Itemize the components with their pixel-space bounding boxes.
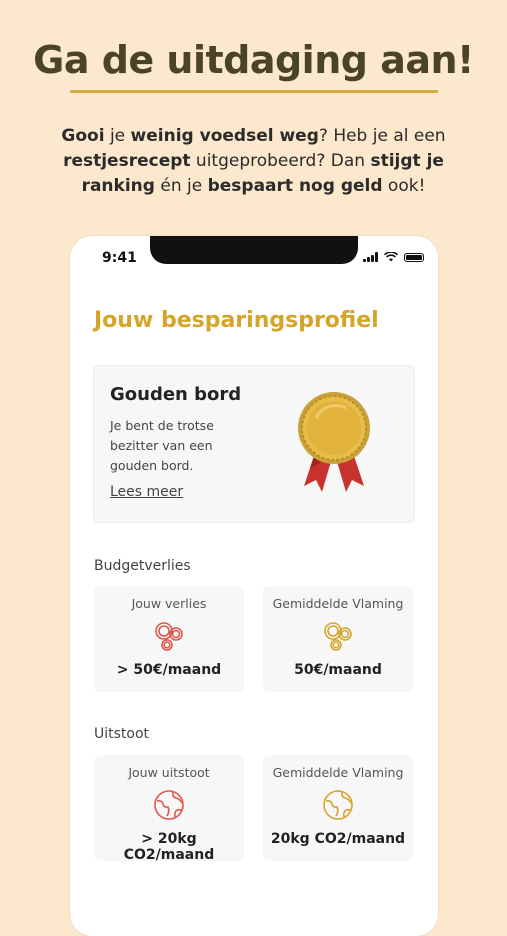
budget-yours-value: > 50€/maand xyxy=(116,662,222,678)
profile-title: Jouw besparingsprofiel xyxy=(94,308,379,333)
read-more-link[interactable]: Lees meer xyxy=(110,484,183,500)
budget-average-card: Gemiddelde Vlaming 50€/maand xyxy=(263,586,413,692)
budget-average-value: 50€/maand xyxy=(294,662,382,678)
globe-icon xyxy=(154,790,184,820)
intro-text-part: weinig voedsel weg xyxy=(130,126,319,146)
emission-yours-card: Jouw uitstoot > 20kg CO2/maand xyxy=(94,755,244,863)
status-time: 9:41 xyxy=(102,250,137,266)
signal-icon xyxy=(363,252,378,262)
intro-text-part: bespaart nog geld xyxy=(207,176,383,196)
phone-notch xyxy=(150,236,358,264)
intro-text-part: ook! xyxy=(382,176,426,196)
coins-icon xyxy=(155,622,183,651)
gold-medal-icon xyxy=(298,392,370,492)
budget-yours-card: Jouw verlies > 50€/maand xyxy=(94,586,244,692)
intro-text-part: uitgeprobeerd? Dan xyxy=(190,151,371,171)
award-description: Je bent de trotse bezitter van een goude… xyxy=(110,418,214,473)
award-title: Gouden bord xyxy=(110,384,242,405)
emission-average-value: 20kg CO2/maand xyxy=(270,831,406,847)
headline: Ga de uitdaging aan! xyxy=(33,38,474,82)
budget-yours-label: Jouw verlies xyxy=(131,596,207,611)
status-icons xyxy=(363,252,424,262)
intro-text-part: restjesrecept xyxy=(63,151,191,171)
headline-underline xyxy=(70,90,438,93)
coins-icon xyxy=(324,622,352,651)
budget-section-label: Budgetverlies xyxy=(94,558,191,574)
intro-text-part: je xyxy=(104,126,131,146)
phone-mockup: 9:41 Jouw besparingsprofiel Gouden bord … xyxy=(70,236,438,936)
globe-icon xyxy=(323,790,353,820)
emission-average-card: Gemiddelde Vlaming 20kg CO2/maand xyxy=(263,755,413,861)
battery-icon xyxy=(404,252,424,262)
emission-average-label: Gemiddelde Vlaming xyxy=(272,765,404,780)
emission-yours-value: > 20kg CO2/maand xyxy=(123,831,215,863)
intro-text-part: Gooi xyxy=(61,126,105,146)
wifi-icon xyxy=(384,252,398,262)
intro-text-part: ? Heb je al een xyxy=(318,126,446,146)
budget-average-label: Gemiddelde Vlaming xyxy=(272,596,404,611)
intro-text-part: én je xyxy=(154,176,208,196)
award-card: Gouden bord Je bent de trotse bezitter v… xyxy=(93,365,415,523)
intro-text: Gooi je weinig voedsel weg? Heb je al ee… xyxy=(40,124,467,199)
emission-yours-label: Jouw uitstoot xyxy=(128,765,210,780)
emission-section-label: Uitstoot xyxy=(94,726,150,742)
